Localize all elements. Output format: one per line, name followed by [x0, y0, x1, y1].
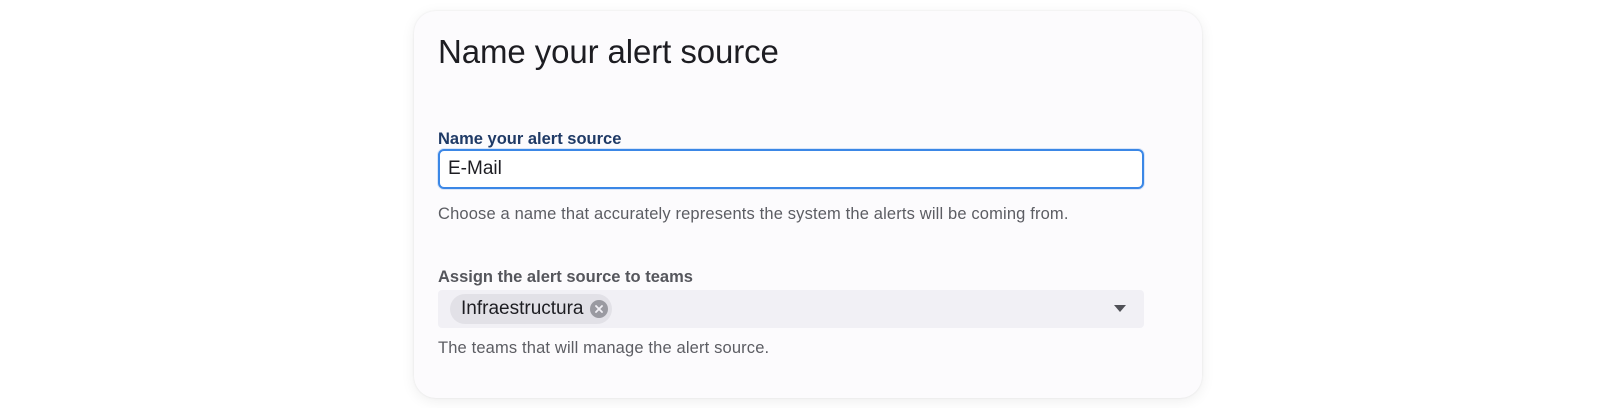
teams-field-help-text: The teams that will manage the alert sou… — [438, 339, 770, 357]
alert-source-card: Name your alert source Name your alert s… — [414, 11, 1202, 398]
alert-source-name-input[interactable] — [438, 149, 1144, 189]
name-field-label: Name your alert source — [438, 130, 622, 148]
name-field-help-text: Choose a name that accurately represents… — [438, 205, 1069, 223]
teams-field-label: Assign the alert source to teams — [438, 268, 693, 286]
teams-select[interactable]: Infraestructura — [438, 290, 1144, 328]
page-title: Name your alert source — [438, 33, 779, 70]
chevron-down-icon[interactable] — [1114, 305, 1126, 312]
team-chip: Infraestructura — [450, 294, 612, 324]
close-circle-icon[interactable] — [589, 300, 608, 318]
team-chip-label: Infraestructura — [461, 298, 584, 319]
